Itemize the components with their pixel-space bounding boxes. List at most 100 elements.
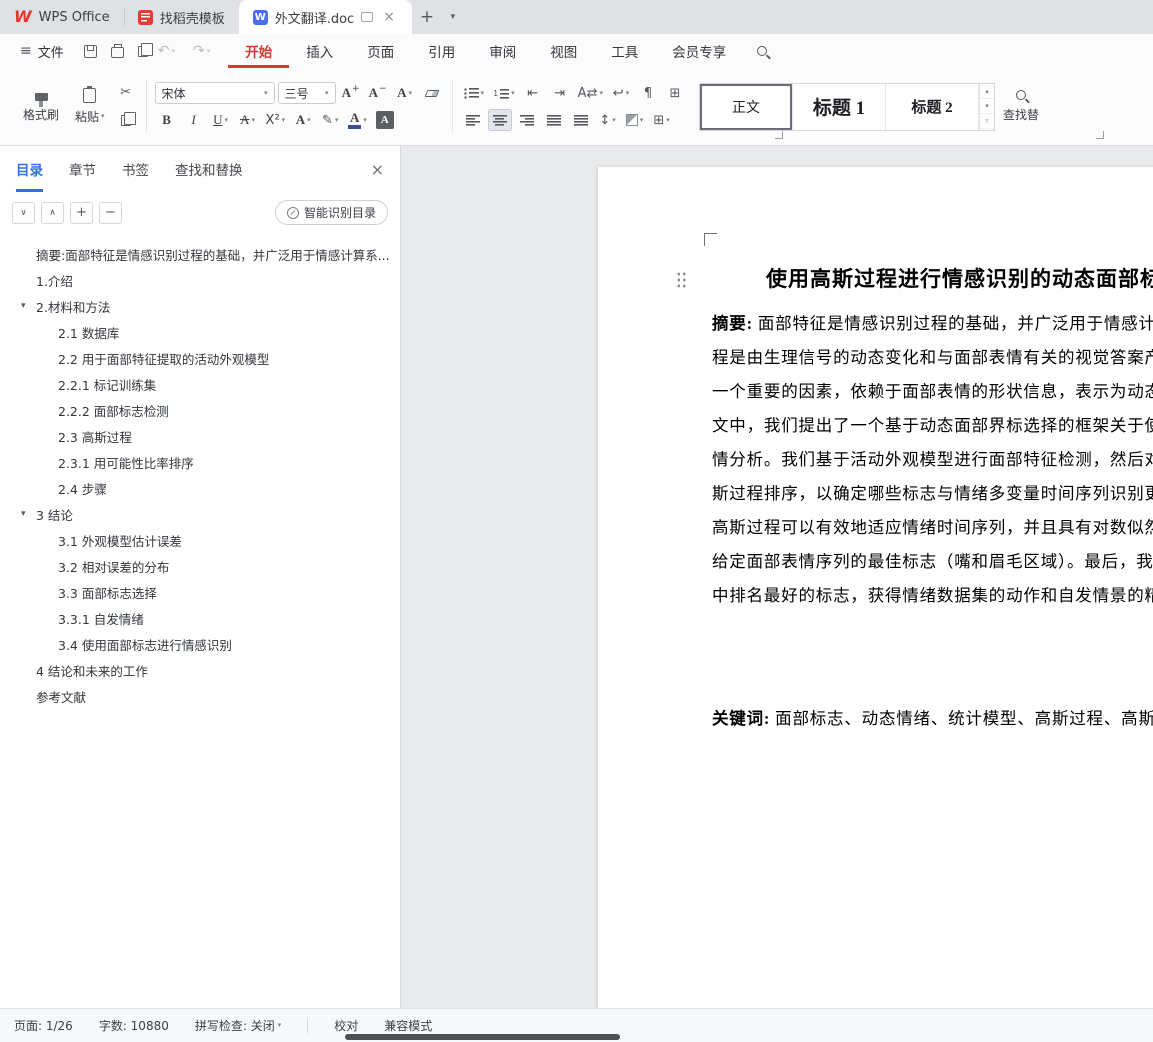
new-tab-button[interactable]: + bbox=[412, 0, 442, 34]
toc-collapse-button[interactable]: ∧ bbox=[41, 201, 64, 224]
style-gallery-more-icon[interactable]: ▿ bbox=[979, 114, 994, 130]
smart-toc-button[interactable]: 智能识别目录 bbox=[274, 200, 388, 225]
toc-item-2-1[interactable]: 2.1 数据库 bbox=[0, 319, 400, 345]
ribbon-tab-home[interactable]: 开始 bbox=[228, 34, 290, 68]
toc-item-3-3[interactable]: 3.3 面部标志选择 bbox=[0, 579, 400, 605]
tab-find-replace[interactable]: 查找和替换 bbox=[175, 146, 243, 192]
style-gallery-up-icon[interactable]: ▴ bbox=[979, 84, 994, 99]
tab-list-chevron-icon[interactable]: ▾ bbox=[442, 0, 464, 34]
spellcheck-toggle[interactable]: 拼写检查: 关闭 ▾ bbox=[195, 1017, 281, 1034]
tab-bookmarks[interactable]: 书签 bbox=[122, 146, 149, 192]
paragraph-drag-handle-icon[interactable] bbox=[676, 271, 687, 288]
collapse-arrow-icon[interactable]: ▾ bbox=[21, 509, 26, 519]
toc-item-references[interactable]: 参考文献 bbox=[0, 683, 400, 709]
toc-item-3-4[interactable]: 3.4 使用面部标志进行情感识别 bbox=[0, 631, 400, 657]
formatting-marks-button[interactable]: ¶ bbox=[636, 82, 660, 104]
toc-item-results[interactable]: ▾ 3 结论 bbox=[0, 501, 400, 527]
redo-button[interactable]: ↷ bbox=[193, 43, 205, 59]
bold-button[interactable]: B bbox=[155, 109, 179, 131]
toc-item-3-1[interactable]: 3.1 外观模型估计误差 bbox=[0, 527, 400, 553]
superscript-button[interactable]: X² ▾ bbox=[263, 109, 289, 131]
toc-item-2-4[interactable]: 2.4 步骤 bbox=[0, 475, 400, 501]
print-button[interactable] bbox=[110, 43, 124, 58]
shading-button[interactable]: ▾ bbox=[623, 109, 647, 131]
tab-wps-home[interactable]: W WPS Office bbox=[0, 0, 124, 34]
borders-button[interactable]: ⊞ ▾ bbox=[650, 109, 674, 131]
align-right-button[interactable] bbox=[515, 109, 539, 131]
char-shading-button[interactable]: A bbox=[373, 109, 397, 131]
font-size-select[interactable]: 三号 ▾ bbox=[277, 82, 336, 104]
tab-toc[interactable]: 目录 bbox=[16, 146, 43, 192]
ribbon-tab-review[interactable]: 审阅 bbox=[472, 34, 533, 68]
ribbon-tab-member[interactable]: 会员专享 bbox=[655, 34, 743, 68]
tab-document-active[interactable]: W 外文翻译.doc × bbox=[238, 0, 412, 34]
ribbon-tab-tools[interactable]: 工具 bbox=[594, 34, 655, 68]
justify-button[interactable] bbox=[542, 109, 566, 131]
ribbon-tab-reference[interactable]: 引用 bbox=[411, 34, 472, 68]
format-painter-button[interactable]: 格式刷 bbox=[16, 86, 66, 127]
strikethrough-button[interactable]: A ▾ bbox=[236, 109, 260, 131]
highlight-button[interactable]: ✎ ▾ bbox=[318, 109, 342, 131]
style-gallery-down-icon[interactable]: ▾ bbox=[979, 99, 994, 115]
page-indicator[interactable]: 页面: 1/26 bbox=[14, 1017, 73, 1034]
ribbon-tab-insert[interactable]: 插入 bbox=[289, 34, 350, 68]
horizontal-scrollbar[interactable] bbox=[345, 1034, 620, 1040]
paste-button[interactable]: 粘贴 ▾ bbox=[68, 84, 112, 129]
toc-item-2-2-1[interactable]: 2.2.1 标记训练集 bbox=[0, 371, 400, 397]
file-menu-button[interactable]: ≡ 文件 bbox=[10, 42, 74, 61]
compat-mode-badge[interactable]: 兼容模式 bbox=[384, 1017, 432, 1034]
italic-button[interactable]: I bbox=[182, 109, 206, 131]
decrease-indent-button[interactable]: ⇤ bbox=[521, 82, 545, 104]
redo-chevron-icon[interactable]: ▾ bbox=[207, 47, 211, 55]
distribute-button[interactable] bbox=[569, 109, 593, 131]
underline-button[interactable]: U ▾ bbox=[209, 109, 233, 131]
style-heading2[interactable]: 标题 2 bbox=[886, 83, 979, 130]
paste-special-button[interactable] bbox=[114, 110, 138, 132]
search-icon[interactable] bbox=[757, 46, 768, 56]
toc-expand-button[interactable]: ∨ bbox=[12, 201, 35, 224]
text-tools-button[interactable]: A ▾ bbox=[393, 82, 417, 104]
toc-zoom-out-button[interactable]: − bbox=[99, 201, 122, 224]
find-replace-button[interactable]: 查找替 bbox=[995, 72, 1047, 141]
output-button[interactable] bbox=[137, 42, 154, 57]
text-direction-button[interactable]: A⇄ ▾ bbox=[575, 82, 606, 104]
style-dialog-launcher-icon[interactable] bbox=[1096, 131, 1104, 139]
proofread-button[interactable]: 校对 bbox=[334, 1017, 358, 1034]
toc-item-2-3[interactable]: 2.3 高斯过程 bbox=[0, 423, 400, 449]
close-pane-icon[interactable]: × bbox=[371, 146, 384, 192]
toc-item-abstract[interactable]: 摘要:面部特征是情感识别过程的基础，并广泛用于情感计算系... bbox=[0, 241, 400, 267]
word-count[interactable]: 字数: 10880 bbox=[99, 1017, 169, 1034]
ribbon-tab-page[interactable]: 页面 bbox=[350, 34, 411, 68]
toc-zoom-in-button[interactable]: + bbox=[70, 201, 93, 224]
wrap-button[interactable]: ↩ ▾ bbox=[609, 82, 633, 104]
toc-item-3-2[interactable]: 3.2 相对误差的分布 bbox=[0, 553, 400, 579]
toc-item-materials[interactable]: ▾ 2.材料和方法 bbox=[0, 293, 400, 319]
text-effect-button[interactable]: A ▾ bbox=[291, 109, 315, 131]
tab-grid-button[interactable]: ⊞ bbox=[663, 82, 687, 104]
tab-docer-templates[interactable]: 找稻壳模板 bbox=[123, 0, 239, 34]
toc-item-2-3-1[interactable]: 2.3.1 用可能性比率排序 bbox=[0, 449, 400, 475]
style-heading1[interactable]: 标题 1 bbox=[793, 83, 886, 130]
undo-chevron-icon[interactable]: ▾ bbox=[171, 47, 175, 55]
document-page[interactable]: 使用高斯过程进行情感识别的动态面部标 摘要: 面部特征是情感识别过程的基础，并广… bbox=[598, 167, 1153, 1008]
collapse-arrow-icon[interactable]: ▾ bbox=[21, 301, 26, 311]
increase-indent-button[interactable]: ⇥ bbox=[548, 82, 572, 104]
undo-button[interactable]: ↶ bbox=[158, 43, 170, 59]
ribbon-tab-view[interactable]: 视图 bbox=[533, 34, 594, 68]
line-spacing-button[interactable]: ↕ ▾ bbox=[596, 109, 620, 131]
increase-font-button[interactable]: A + bbox=[339, 82, 363, 104]
tab-chapters[interactable]: 章节 bbox=[69, 146, 96, 192]
bullet-list-button[interactable]: ▾ bbox=[461, 82, 488, 104]
decrease-font-button[interactable]: A − bbox=[366, 82, 390, 104]
align-left-button[interactable] bbox=[461, 109, 485, 131]
tab-preview-icon[interactable] bbox=[361, 12, 374, 22]
toc-item-2-2-2[interactable]: 2.2.2 面部标志检测 bbox=[0, 397, 400, 423]
tab-close-icon[interactable]: × bbox=[380, 8, 398, 26]
font-name-select[interactable]: 宋体 ▾ bbox=[154, 82, 275, 104]
style-normal[interactable]: 正文 bbox=[700, 83, 793, 130]
align-center-button[interactable] bbox=[487, 109, 512, 131]
toc-item-2-2[interactable]: 2.2 用于面部特征提取的活动外观模型 bbox=[0, 345, 400, 371]
toc-item-intro[interactable]: 1.介绍 bbox=[0, 267, 400, 293]
save-button[interactable] bbox=[83, 44, 97, 58]
cut-button[interactable]: ✂ bbox=[114, 82, 138, 104]
